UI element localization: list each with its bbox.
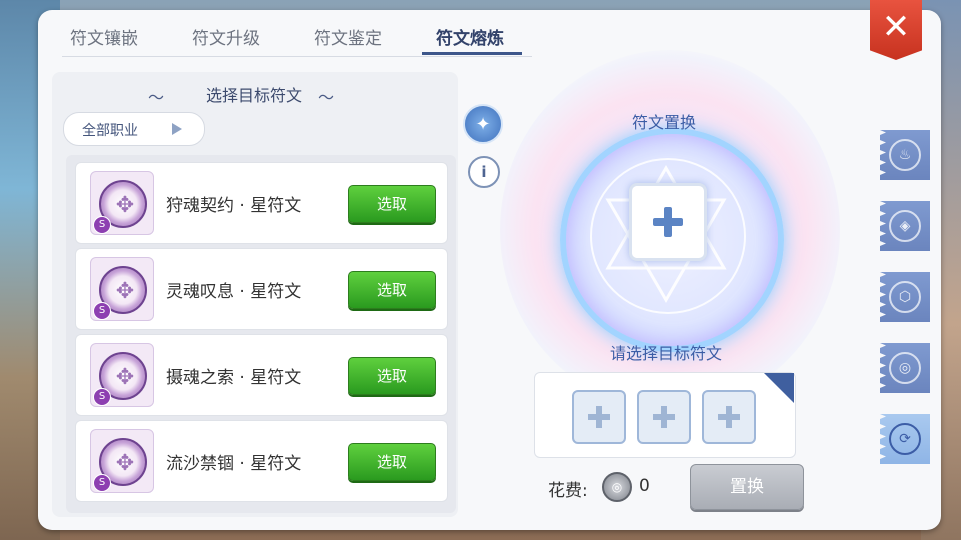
rune-name: 摄魂之索 · 星符文 [166,368,302,388]
plus-icon [653,207,683,237]
shield-crest-icon: ⬡ [889,281,921,313]
tab-rune-upgrade[interactable]: 符文升级 [192,24,260,49]
select-button[interactable]: 选取 [348,185,436,223]
close-button[interactable]: ✕ [870,0,922,60]
side-tab-1[interactable]: ♨ [880,130,930,180]
rarity-badge: S [93,474,111,492]
list-item: ✥ S 狩魂契约 · 星符文 选取 [75,162,448,244]
rune-icon: ✥ S [90,171,154,235]
tab-rune-inlay[interactable]: 符文镶嵌 [70,24,138,49]
list-item: ✥ S 流沙禁锢 · 星符文 选取 [75,420,448,502]
info-icon: i [481,163,487,181]
active-tab-indicator [422,52,522,55]
side-tab-4[interactable]: ◎ [880,343,930,393]
rune-swap-title: 符文置换 [631,113,696,132]
tab-rune-appraise[interactable]: 符文鉴定 [314,24,382,49]
magic-wand-icon: ✦ [475,113,491,135]
rune-name: 灵魂叹息 · 星符文 [166,282,302,302]
plus-icon [588,406,610,428]
replace-button[interactable]: 置换 [690,464,804,510]
flame-crest-icon: ♨ [889,139,921,171]
drop-crest-icon: ◈ [889,210,921,242]
material-slot-1[interactable] [572,390,626,444]
job-filter-dropdown[interactable]: 全部职业 [63,112,205,146]
rarity-badge: S [93,388,111,406]
rune-name: 流沙禁锢 · 星符文 [166,454,302,474]
rarity-badge: S [93,302,111,320]
side-tab-3[interactable]: ⬡ [880,272,930,322]
target-rune-slot[interactable] [629,183,707,261]
info-button[interactable]: i [468,156,500,188]
cost-label: 花费: [548,481,588,501]
select-button[interactable]: 选取 [348,271,436,309]
rune-icon: ✥ S [90,429,154,493]
rune-icon: ✥ S [90,343,154,407]
triangle-right-icon [172,123,182,135]
rune-icon: ✥ S [90,257,154,321]
plus-icon [718,406,740,428]
select-button[interactable]: 选取 [348,443,436,481]
close-icon: ✕ [881,7,911,47]
side-tab-2[interactable]: ◈ [880,201,930,251]
list-item: ✥ S 灵魂叹息 · 星符文 选取 [75,248,448,330]
rune-name: 狩魂契约 · 星符文 [166,196,302,216]
swirl-crest-icon: ◎ [889,352,921,384]
rune-exchange-icon: ⟳ [889,423,921,455]
select-target-prompt: 请选择目标符文 [609,344,722,363]
tab-rune-smelt[interactable]: 符文熔炼 [436,24,504,49]
rarity-badge: S [93,216,111,234]
magic-wand-button[interactable]: ✦ [463,104,503,144]
coin-icon: ◎ [602,472,632,502]
decor-wave-right-icon: 〜 [318,88,335,107]
material-slot-2[interactable] [637,390,691,444]
material-slot-3[interactable] [702,390,756,444]
list-item: ✥ S 摄魂之索 · 星符文 选取 [75,334,448,416]
plus-icon [653,406,675,428]
cost-value: 0 [639,476,650,496]
side-tab-5[interactable]: ⟳ [880,414,930,464]
job-filter-label: 全部职业 [82,123,138,139]
select-button[interactable]: 选取 [348,357,436,395]
